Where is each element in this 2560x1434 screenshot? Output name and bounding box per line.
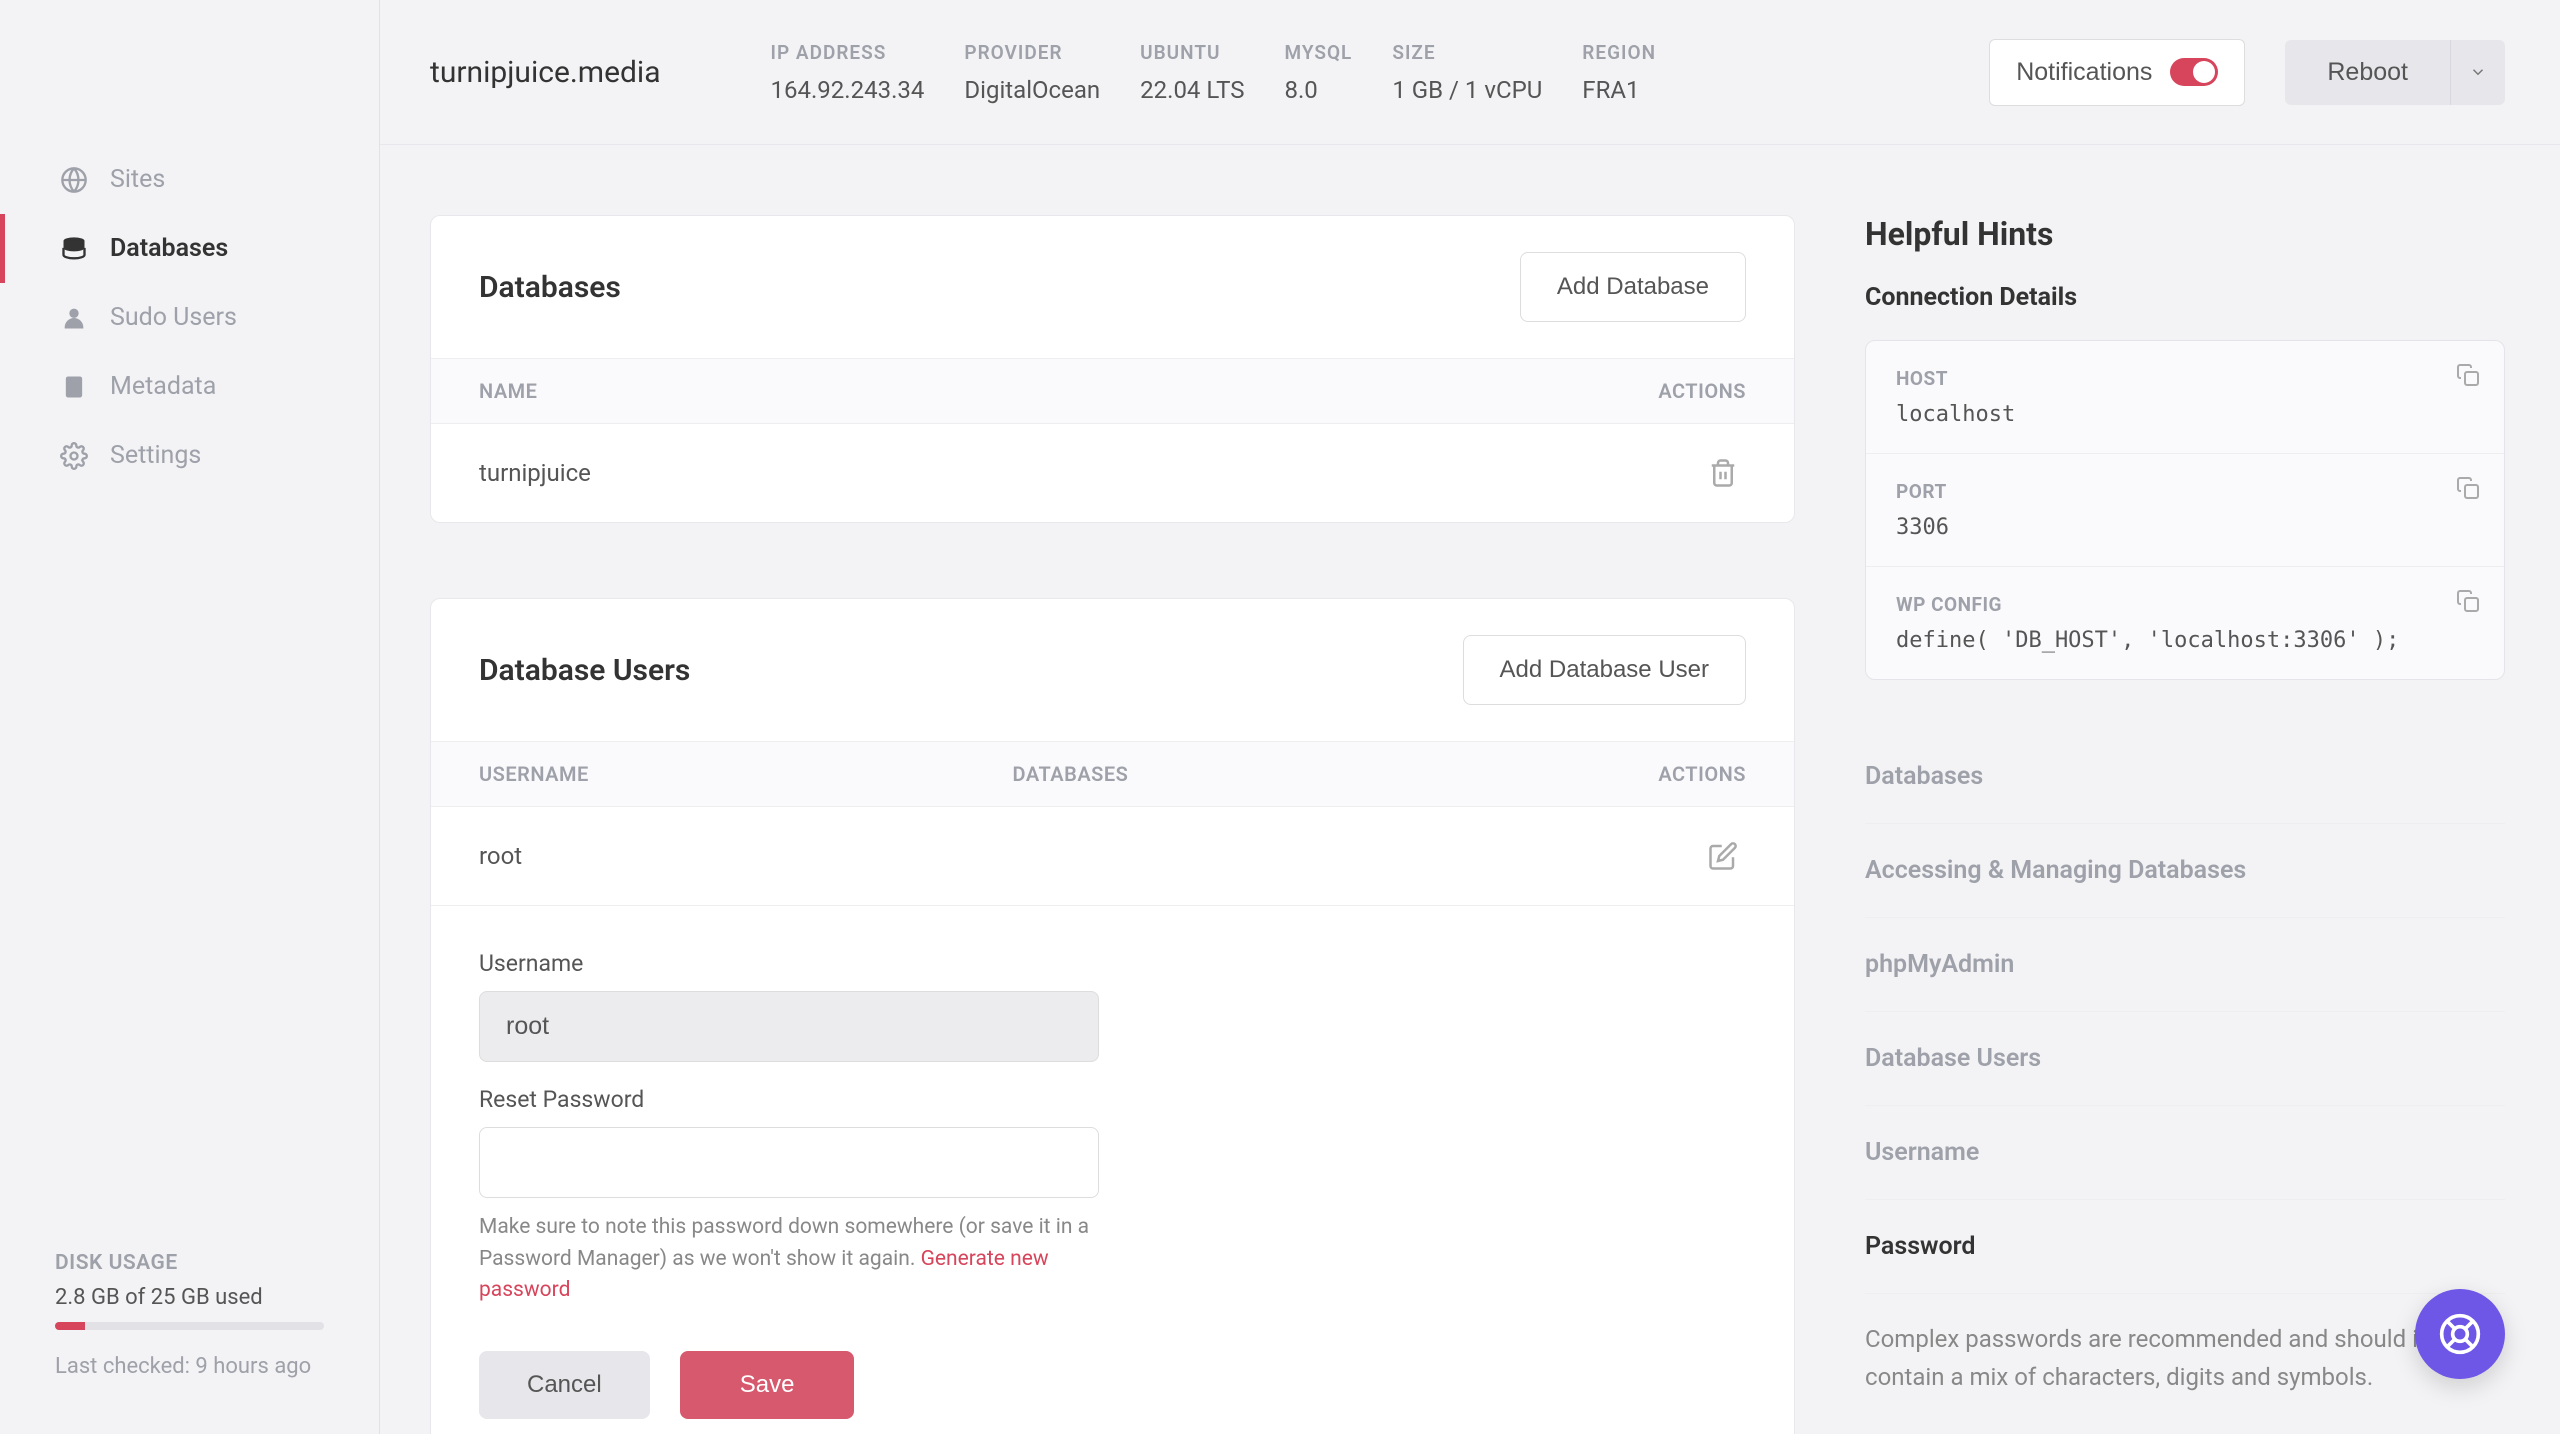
sidebar-item-sudo-users[interactable]: Sudo Users [0, 283, 379, 352]
sidebar-item-settings[interactable]: Settings [0, 421, 379, 490]
site-title: turnipjuice.media [430, 55, 661, 90]
sidebar-item-label: Sudo Users [110, 303, 237, 332]
database-icon [60, 235, 88, 263]
stat-region: REGION FRA1 [1582, 41, 1656, 104]
hints-link-accessing[interactable]: Accessing & Managing Databases [1865, 824, 2505, 918]
cancel-button[interactable]: Cancel [479, 1351, 650, 1419]
stat-size: SIZE 1 GB / 1 vCPU [1392, 41, 1542, 104]
username-input[interactable] [479, 991, 1099, 1062]
sidebar-item-label: Metadata [110, 372, 216, 401]
disk-usage: DISK USAGE 2.8 GB of 25 GB used Last che… [0, 1251, 379, 1434]
sidebar-nav: Sites Databases Sudo Users Metadata [0, 145, 379, 1251]
sidebar-item-label: Databases [110, 234, 228, 263]
info-port: PORT 3306 [1866, 454, 2504, 567]
hints-title: Helpful Hints [1865, 215, 2505, 253]
info-host: HOST localhost [1866, 341, 2504, 454]
connection-details-title: Connection Details [1865, 283, 2505, 312]
sidebar-item-databases[interactable]: Databases [0, 214, 379, 283]
save-button[interactable]: Save [680, 1351, 855, 1419]
copy-wpconfig-button[interactable] [2456, 589, 2480, 613]
notifications-label: Notifications [2016, 58, 2152, 87]
sidebar: Sites Databases Sudo Users Metadata [0, 0, 380, 1434]
sidebar-item-metadata[interactable]: Metadata [0, 352, 379, 421]
databases-title: Databases [479, 270, 621, 305]
user-icon [60, 304, 88, 332]
hints-link-dbusers[interactable]: Database Users [1865, 1012, 2505, 1106]
copy-icon [2456, 476, 2480, 500]
sidebar-item-label: Sites [110, 165, 165, 194]
add-database-button[interactable]: Add Database [1520, 252, 1746, 322]
col-databases: DATABASES [1013, 762, 1547, 786]
table-row: root [431, 807, 1794, 905]
sidebar-item-label: Settings [110, 441, 201, 470]
trash-icon [1708, 458, 1738, 488]
disk-usage-progress [55, 1322, 324, 1330]
delete-database-button[interactable] [1700, 450, 1746, 496]
password-hint: Make sure to note this password down som… [479, 1212, 1099, 1307]
hints-link-username[interactable]: Username [1865, 1106, 2505, 1200]
reset-password-input[interactable] [479, 1127, 1099, 1198]
database-name: turnipjuice [479, 459, 591, 487]
globe-icon [60, 166, 88, 194]
stat-provider: PROVIDER DigitalOcean [964, 41, 1100, 104]
username-label: Username [479, 950, 1746, 977]
reboot-dropdown-button[interactable] [2450, 40, 2505, 105]
copy-icon [2456, 589, 2480, 613]
helpful-hints: Helpful Hints Connection Details HOST lo… [1865, 215, 2505, 1394]
gear-icon [60, 442, 88, 470]
hints-password-text: Complex passwords are recommended and sh… [1865, 1320, 2505, 1397]
disk-usage-last-checked: Last checked: 9 hours ago [55, 1354, 324, 1379]
hints-link-list: Databases Accessing & Managing Databases… [1865, 730, 2505, 1294]
lifebuoy-icon [2438, 1312, 2482, 1356]
edit-user-button[interactable] [1700, 833, 1746, 879]
add-database-user-button[interactable]: Add Database User [1463, 635, 1746, 705]
topbar: turnipjuice.media IP ADDRESS 164.92.243.… [380, 0, 2560, 145]
table-row: turnipjuice [431, 424, 1794, 522]
hints-link-password[interactable]: Password [1865, 1200, 2505, 1294]
database-users-table-head: USERNAME DATABASES ACTIONS [431, 741, 1794, 807]
edit-icon [1708, 841, 1738, 871]
stat-ip: IP ADDRESS 164.92.243.34 [771, 41, 925, 104]
reset-password-label: Reset Password [479, 1086, 1746, 1113]
toggle-on-icon [2170, 58, 2218, 86]
sidebar-item-sites[interactable]: Sites [0, 145, 379, 214]
database-users-title: Database Users [479, 653, 690, 688]
stat-mysql: MYSQL 8.0 [1284, 41, 1352, 104]
help-fab[interactable] [2415, 1289, 2505, 1379]
col-name: NAME [479, 379, 537, 403]
databases-table-head: NAME ACTIONS [431, 358, 1794, 424]
hints-link-phpmyadmin[interactable]: phpMyAdmin [1865, 918, 2505, 1012]
col-actions: ACTIONS [1546, 762, 1746, 786]
file-icon [60, 373, 88, 401]
notifications-toggle[interactable]: Notifications [1989, 39, 2245, 106]
reboot-group: Reboot [2285, 40, 2505, 105]
user-username: root [479, 842, 1013, 870]
edit-user-form: Username Reset Password Make sure to not… [431, 905, 1794, 1434]
disk-usage-text: 2.8 GB of 25 GB used [55, 1285, 324, 1310]
disk-usage-label: DISK USAGE [55, 1251, 324, 1275]
hints-link-databases[interactable]: Databases [1865, 730, 2505, 824]
reboot-button[interactable]: Reboot [2285, 40, 2450, 105]
connection-info-box: HOST localhost PORT 3306 W [1865, 340, 2505, 680]
stat-ubuntu: UBUNTU 22.04 LTS [1140, 41, 1244, 104]
col-actions: ACTIONS [1658, 379, 1746, 403]
main: turnipjuice.media IP ADDRESS 164.92.243.… [380, 0, 2560, 1434]
databases-card: Databases Add Database NAME ACTIONS turn… [430, 215, 1795, 523]
chevron-down-icon [2469, 63, 2487, 81]
col-username: USERNAME [479, 762, 1013, 786]
copy-host-button[interactable] [2456, 363, 2480, 387]
info-wpconfig: WP CONFIG define( 'DB_HOST', 'localhost:… [1866, 567, 2504, 679]
database-users-card: Database Users Add Database User USERNAM… [430, 598, 1795, 1434]
copy-icon [2456, 363, 2480, 387]
copy-port-button[interactable] [2456, 476, 2480, 500]
